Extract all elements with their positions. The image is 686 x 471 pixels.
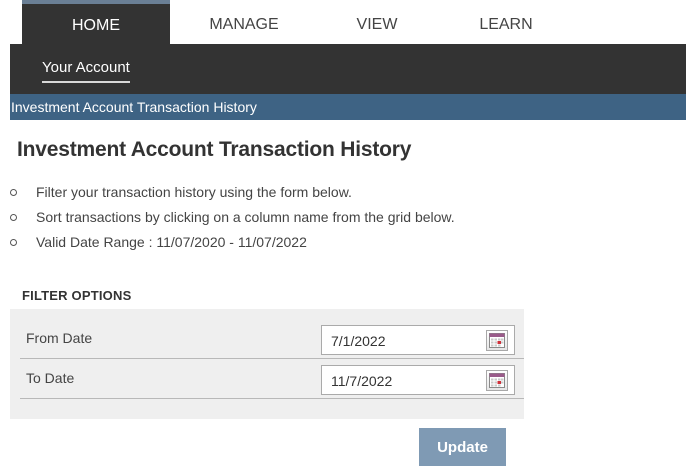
list-item: Sort transactions by clicking on a colum… — [10, 205, 455, 230]
tab-view[interactable]: VIEW — [318, 0, 436, 44]
section-title-bar: Investment Account Transaction History — [10, 94, 686, 120]
bullet-circle-icon — [10, 214, 17, 221]
calendar-icon[interactable] — [486, 330, 508, 351]
to-date-label: To Date — [26, 370, 75, 386]
instruction-text: Sort transactions by clicking on a colum… — [36, 209, 455, 225]
update-button[interactable]: Update — [419, 428, 506, 466]
from-date-value: 7/1/2022 — [331, 333, 386, 349]
list-item: Filter your transaction history using th… — [10, 180, 455, 205]
instruction-text: Valid Date Range : 11/07/2020 - 11/07/20… — [36, 234, 307, 250]
page-title: Investment Account Transaction History — [17, 138, 412, 161]
top-navigation: HOME MANAGE VIEW LEARN — [0, 0, 686, 44]
from-date-row: From Date 7/1/2022 — [20, 321, 524, 359]
instruction-text: Filter your transaction history using th… — [36, 184, 352, 200]
filter-panel: From Date 7/1/2022 To Date 11/7/2022 — [10, 309, 524, 419]
tab-home[interactable]: HOME — [22, 0, 170, 44]
tab-learn[interactable]: LEARN — [436, 0, 576, 44]
instructions-list: Filter your transaction history using th… — [10, 180, 455, 255]
from-date-input[interactable]: 7/1/2022 — [321, 325, 515, 355]
to-date-row: To Date 11/7/2022 — [20, 361, 524, 399]
sub-navigation: Your Account — [10, 44, 686, 94]
subnav-item-your-account[interactable]: Your Account — [42, 59, 130, 83]
tab-manage[interactable]: MANAGE — [170, 0, 318, 44]
from-date-label: From Date — [26, 330, 93, 346]
bullet-circle-icon — [10, 239, 17, 246]
list-item: Valid Date Range : 11/07/2020 - 11/07/20… — [10, 230, 455, 255]
bullet-circle-icon — [10, 189, 17, 196]
filter-options-label: FILTER OPTIONS — [22, 288, 132, 303]
to-date-value: 11/7/2022 — [331, 373, 393, 389]
to-date-input[interactable]: 11/7/2022 — [321, 365, 515, 395]
calendar-icon[interactable] — [486, 370, 508, 391]
